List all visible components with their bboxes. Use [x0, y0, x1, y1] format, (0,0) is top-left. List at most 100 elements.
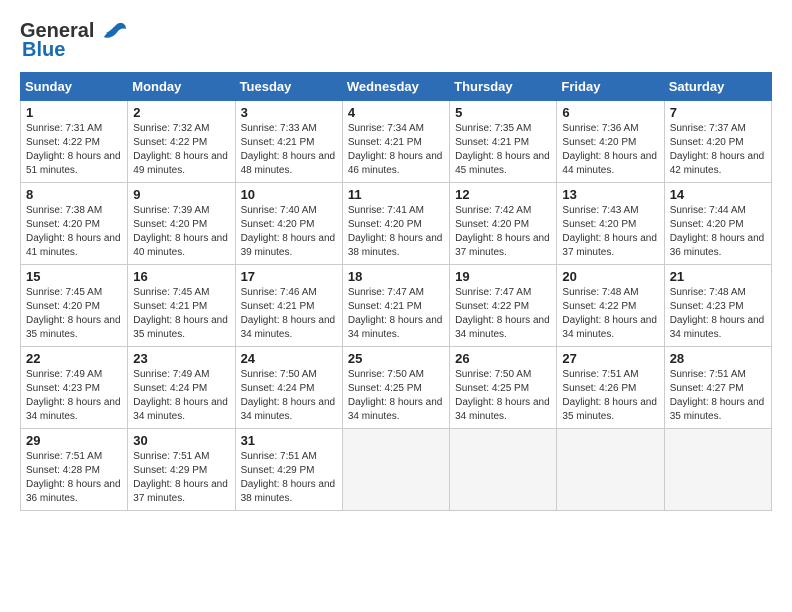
day-info: Sunrise: 7:51 AM Sunset: 4:29 PM Dayligh…: [241, 450, 337, 506]
day-info: Sunrise: 7:37 AM Sunset: 4:20 PM Dayligh…: [670, 122, 766, 178]
calendar-cell: 21 Sunrise: 7:48 AM Sunset: 4:23 PM Dayl…: [664, 264, 771, 346]
day-number: 6: [562, 105, 658, 120]
day-info: Sunrise: 7:34 AM Sunset: 4:21 PM Dayligh…: [348, 122, 444, 178]
calendar-cell: 26 Sunrise: 7:50 AM Sunset: 4:25 PM Dayl…: [450, 346, 557, 428]
day-number: 31: [241, 433, 337, 448]
day-info: Sunrise: 7:49 AM Sunset: 4:24 PM Dayligh…: [133, 368, 229, 424]
weekday-wednesday: Wednesday: [342, 72, 449, 100]
day-number: 16: [133, 269, 229, 284]
day-info: Sunrise: 7:51 AM Sunset: 4:29 PM Dayligh…: [133, 450, 229, 506]
calendar-week-1: 1 Sunrise: 7:31 AM Sunset: 4:22 PM Dayli…: [21, 100, 772, 182]
day-number: 14: [670, 187, 766, 202]
calendar-cell: [342, 428, 449, 510]
calendar-cell: 17 Sunrise: 7:46 AM Sunset: 4:21 PM Dayl…: [235, 264, 342, 346]
day-info: Sunrise: 7:33 AM Sunset: 4:21 PM Dayligh…: [241, 122, 337, 178]
day-number: 15: [26, 269, 122, 284]
calendar-cell: 6 Sunrise: 7:36 AM Sunset: 4:20 PM Dayli…: [557, 100, 664, 182]
calendar-cell: 13 Sunrise: 7:43 AM Sunset: 4:20 PM Dayl…: [557, 182, 664, 264]
calendar-cell: 19 Sunrise: 7:47 AM Sunset: 4:22 PM Dayl…: [450, 264, 557, 346]
day-info: Sunrise: 7:50 AM Sunset: 4:24 PM Dayligh…: [241, 368, 337, 424]
day-info: Sunrise: 7:51 AM Sunset: 4:27 PM Dayligh…: [670, 368, 766, 424]
day-info: Sunrise: 7:43 AM Sunset: 4:20 PM Dayligh…: [562, 204, 658, 260]
calendar-table: SundayMondayTuesdayWednesdayThursdayFrid…: [20, 72, 772, 511]
weekday-saturday: Saturday: [664, 72, 771, 100]
day-info: Sunrise: 7:39 AM Sunset: 4:20 PM Dayligh…: [133, 204, 229, 260]
day-info: Sunrise: 7:49 AM Sunset: 4:23 PM Dayligh…: [26, 368, 122, 424]
calendar-cell: [450, 428, 557, 510]
day-info: Sunrise: 7:46 AM Sunset: 4:21 PM Dayligh…: [241, 286, 337, 342]
day-number: 11: [348, 187, 444, 202]
calendar-cell: 1 Sunrise: 7:31 AM Sunset: 4:22 PM Dayli…: [21, 100, 128, 182]
day-info: Sunrise: 7:51 AM Sunset: 4:28 PM Dayligh…: [26, 450, 122, 506]
day-info: Sunrise: 7:36 AM Sunset: 4:20 PM Dayligh…: [562, 122, 658, 178]
calendar-cell: 2 Sunrise: 7:32 AM Sunset: 4:22 PM Dayli…: [128, 100, 235, 182]
calendar-cell: [557, 428, 664, 510]
weekday-header-row: SundayMondayTuesdayWednesdayThursdayFrid…: [21, 72, 772, 100]
day-number: 29: [26, 433, 122, 448]
weekday-monday: Monday: [128, 72, 235, 100]
day-number: 4: [348, 105, 444, 120]
calendar-week-3: 15 Sunrise: 7:45 AM Sunset: 4:20 PM Dayl…: [21, 264, 772, 346]
calendar-cell: 24 Sunrise: 7:50 AM Sunset: 4:24 PM Dayl…: [235, 346, 342, 428]
calendar-cell: 14 Sunrise: 7:44 AM Sunset: 4:20 PM Dayl…: [664, 182, 771, 264]
calendar-body: 1 Sunrise: 7:31 AM Sunset: 4:22 PM Dayli…: [21, 100, 772, 510]
day-info: Sunrise: 7:41 AM Sunset: 4:20 PM Dayligh…: [348, 204, 444, 260]
day-info: Sunrise: 7:42 AM Sunset: 4:20 PM Dayligh…: [455, 204, 551, 260]
calendar-week-2: 8 Sunrise: 7:38 AM Sunset: 4:20 PM Dayli…: [21, 182, 772, 264]
day-number: 9: [133, 187, 229, 202]
day-number: 20: [562, 269, 658, 284]
day-number: 24: [241, 351, 337, 366]
day-number: 19: [455, 269, 551, 284]
calendar-cell: 28 Sunrise: 7:51 AM Sunset: 4:27 PM Dayl…: [664, 346, 771, 428]
day-info: Sunrise: 7:48 AM Sunset: 4:22 PM Dayligh…: [562, 286, 658, 342]
weekday-tuesday: Tuesday: [235, 72, 342, 100]
day-number: 25: [348, 351, 444, 366]
calendar-cell: 3 Sunrise: 7:33 AM Sunset: 4:21 PM Dayli…: [235, 100, 342, 182]
day-info: Sunrise: 7:45 AM Sunset: 4:20 PM Dayligh…: [26, 286, 122, 342]
day-number: 30: [133, 433, 229, 448]
day-info: Sunrise: 7:35 AM Sunset: 4:21 PM Dayligh…: [455, 122, 551, 178]
calendar-cell: 23 Sunrise: 7:49 AM Sunset: 4:24 PM Dayl…: [128, 346, 235, 428]
day-number: 7: [670, 105, 766, 120]
logo-bird-icon: [96, 21, 128, 43]
day-number: 8: [26, 187, 122, 202]
day-number: 17: [241, 269, 337, 284]
calendar-cell: 11 Sunrise: 7:41 AM Sunset: 4:20 PM Dayl…: [342, 182, 449, 264]
day-number: 5: [455, 105, 551, 120]
day-number: 1: [26, 105, 122, 120]
day-info: Sunrise: 7:44 AM Sunset: 4:20 PM Dayligh…: [670, 204, 766, 260]
calendar-cell: 30 Sunrise: 7:51 AM Sunset: 4:29 PM Dayl…: [128, 428, 235, 510]
day-info: Sunrise: 7:47 AM Sunset: 4:22 PM Dayligh…: [455, 286, 551, 342]
page-header: General Blue: [20, 20, 772, 62]
calendar-cell: 7 Sunrise: 7:37 AM Sunset: 4:20 PM Dayli…: [664, 100, 771, 182]
calendar-week-5: 29 Sunrise: 7:51 AM Sunset: 4:28 PM Dayl…: [21, 428, 772, 510]
weekday-sunday: Sunday: [21, 72, 128, 100]
weekday-friday: Friday: [557, 72, 664, 100]
logo: General Blue: [20, 20, 128, 62]
calendar-cell: 22 Sunrise: 7:49 AM Sunset: 4:23 PM Dayl…: [21, 346, 128, 428]
day-number: 18: [348, 269, 444, 284]
weekday-thursday: Thursday: [450, 72, 557, 100]
calendar-cell: 25 Sunrise: 7:50 AM Sunset: 4:25 PM Dayl…: [342, 346, 449, 428]
calendar-cell: 10 Sunrise: 7:40 AM Sunset: 4:20 PM Dayl…: [235, 182, 342, 264]
calendar-cell: 20 Sunrise: 7:48 AM Sunset: 4:22 PM Dayl…: [557, 264, 664, 346]
day-number: 2: [133, 105, 229, 120]
calendar-week-4: 22 Sunrise: 7:49 AM Sunset: 4:23 PM Dayl…: [21, 346, 772, 428]
day-info: Sunrise: 7:31 AM Sunset: 4:22 PM Dayligh…: [26, 122, 122, 178]
day-number: 27: [562, 351, 658, 366]
day-number: 12: [455, 187, 551, 202]
calendar-cell: 16 Sunrise: 7:45 AM Sunset: 4:21 PM Dayl…: [128, 264, 235, 346]
calendar-cell: 18 Sunrise: 7:47 AM Sunset: 4:21 PM Dayl…: [342, 264, 449, 346]
calendar-cell: 15 Sunrise: 7:45 AM Sunset: 4:20 PM Dayl…: [21, 264, 128, 346]
day-info: Sunrise: 7:32 AM Sunset: 4:22 PM Dayligh…: [133, 122, 229, 178]
day-number: 13: [562, 187, 658, 202]
logo-blue-text: Blue: [22, 39, 65, 62]
calendar-cell: 31 Sunrise: 7:51 AM Sunset: 4:29 PM Dayl…: [235, 428, 342, 510]
day-number: 28: [670, 351, 766, 366]
day-info: Sunrise: 7:38 AM Sunset: 4:20 PM Dayligh…: [26, 204, 122, 260]
day-info: Sunrise: 7:45 AM Sunset: 4:21 PM Dayligh…: [133, 286, 229, 342]
calendar-cell: 27 Sunrise: 7:51 AM Sunset: 4:26 PM Dayl…: [557, 346, 664, 428]
day-info: Sunrise: 7:50 AM Sunset: 4:25 PM Dayligh…: [455, 368, 551, 424]
calendar-cell: 12 Sunrise: 7:42 AM Sunset: 4:20 PM Dayl…: [450, 182, 557, 264]
day-info: Sunrise: 7:51 AM Sunset: 4:26 PM Dayligh…: [562, 368, 658, 424]
